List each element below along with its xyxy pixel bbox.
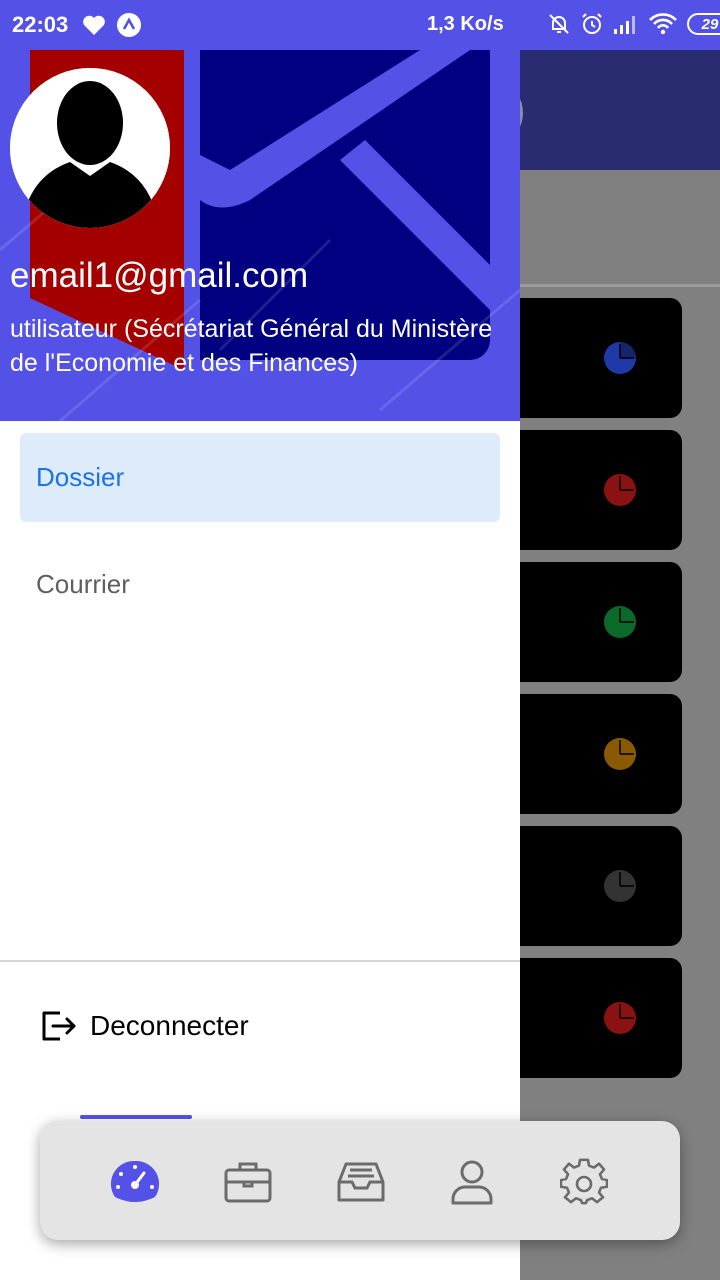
- navigation-drawer: email1@gmail.com utilisateur (Sécrétaria…: [0, 50, 520, 1280]
- background-tab-divider: [520, 284, 720, 287]
- bottom-navigation: [40, 1121, 680, 1240]
- battery-icon: 29: [687, 13, 720, 35]
- status-bar: 22:03 1,3 Ko/s 29: [0, 0, 720, 50]
- bottom-nav-settings[interactable]: [559, 1157, 609, 1207]
- background-stat-card[interactable]: [500, 958, 682, 1078]
- bottom-nav-dashboard[interactable]: [110, 1157, 160, 1207]
- settings-gear-icon: [560, 1158, 608, 1205]
- background-stat-card[interactable]: [500, 694, 682, 814]
- pie-chart-icon: [604, 474, 636, 506]
- drawer-item-dossier[interactable]: Dossier: [20, 433, 500, 522]
- background-stat-card[interactable]: [500, 562, 682, 682]
- drawer-item-courrier[interactable]: Courrier: [20, 540, 500, 629]
- bottom-nav-inbox[interactable]: [336, 1157, 386, 1207]
- pie-chart-icon: [604, 606, 636, 638]
- bottom-nav-profile[interactable]: [447, 1157, 497, 1207]
- background-stat-card[interactable]: [500, 826, 682, 946]
- briefcase-icon: [224, 1162, 272, 1203]
- bottom-nav-briefcase[interactable]: [223, 1157, 273, 1207]
- status-time: 22:03: [12, 12, 69, 37]
- app-notification-icon: [117, 13, 141, 37]
- drawer-item-label: Dossier: [36, 462, 125, 492]
- battery-level: 29: [701, 15, 719, 33]
- pie-chart-icon: [604, 738, 636, 770]
- signal-icon: [614, 16, 635, 34]
- pie-chart-icon: [604, 870, 636, 902]
- dashboard-gauge-icon: [110, 1160, 160, 1202]
- drawer-header: email1@gmail.com utilisateur (Sécrétaria…: [0, 50, 520, 421]
- pie-chart-icon: [604, 342, 636, 374]
- logout-icon: [42, 1011, 76, 1041]
- user-role: utilisateur (Sécrétariat Général du Mini…: [10, 315, 493, 377]
- user-silhouette-icon: [10, 68, 170, 228]
- user-email: email1@gmail.com: [10, 256, 309, 295]
- avatar[interactable]: [10, 68, 170, 228]
- logout-label: Deconnecter: [90, 1010, 249, 1041]
- background-stat-card[interactable]: [500, 430, 682, 550]
- network-speed: 1,3 Ko/s: [427, 13, 504, 35]
- alarm-icon: [582, 13, 602, 34]
- drawer-divider: [0, 960, 520, 962]
- logout-button[interactable]: Deconnecter: [40, 1006, 249, 1046]
- background-stat-card[interactable]: [500, 298, 682, 418]
- pie-chart-icon: [604, 1002, 636, 1034]
- drawer-item-label: Courrier: [36, 569, 130, 599]
- heart-icon: [83, 15, 105, 35]
- wifi-icon: [649, 13, 677, 35]
- inbox-tray-icon: [337, 1162, 385, 1202]
- bell-off-icon: [549, 14, 569, 34]
- user-profile-icon: [451, 1160, 493, 1205]
- bottom-nav-active-indicator: [80, 1115, 192, 1119]
